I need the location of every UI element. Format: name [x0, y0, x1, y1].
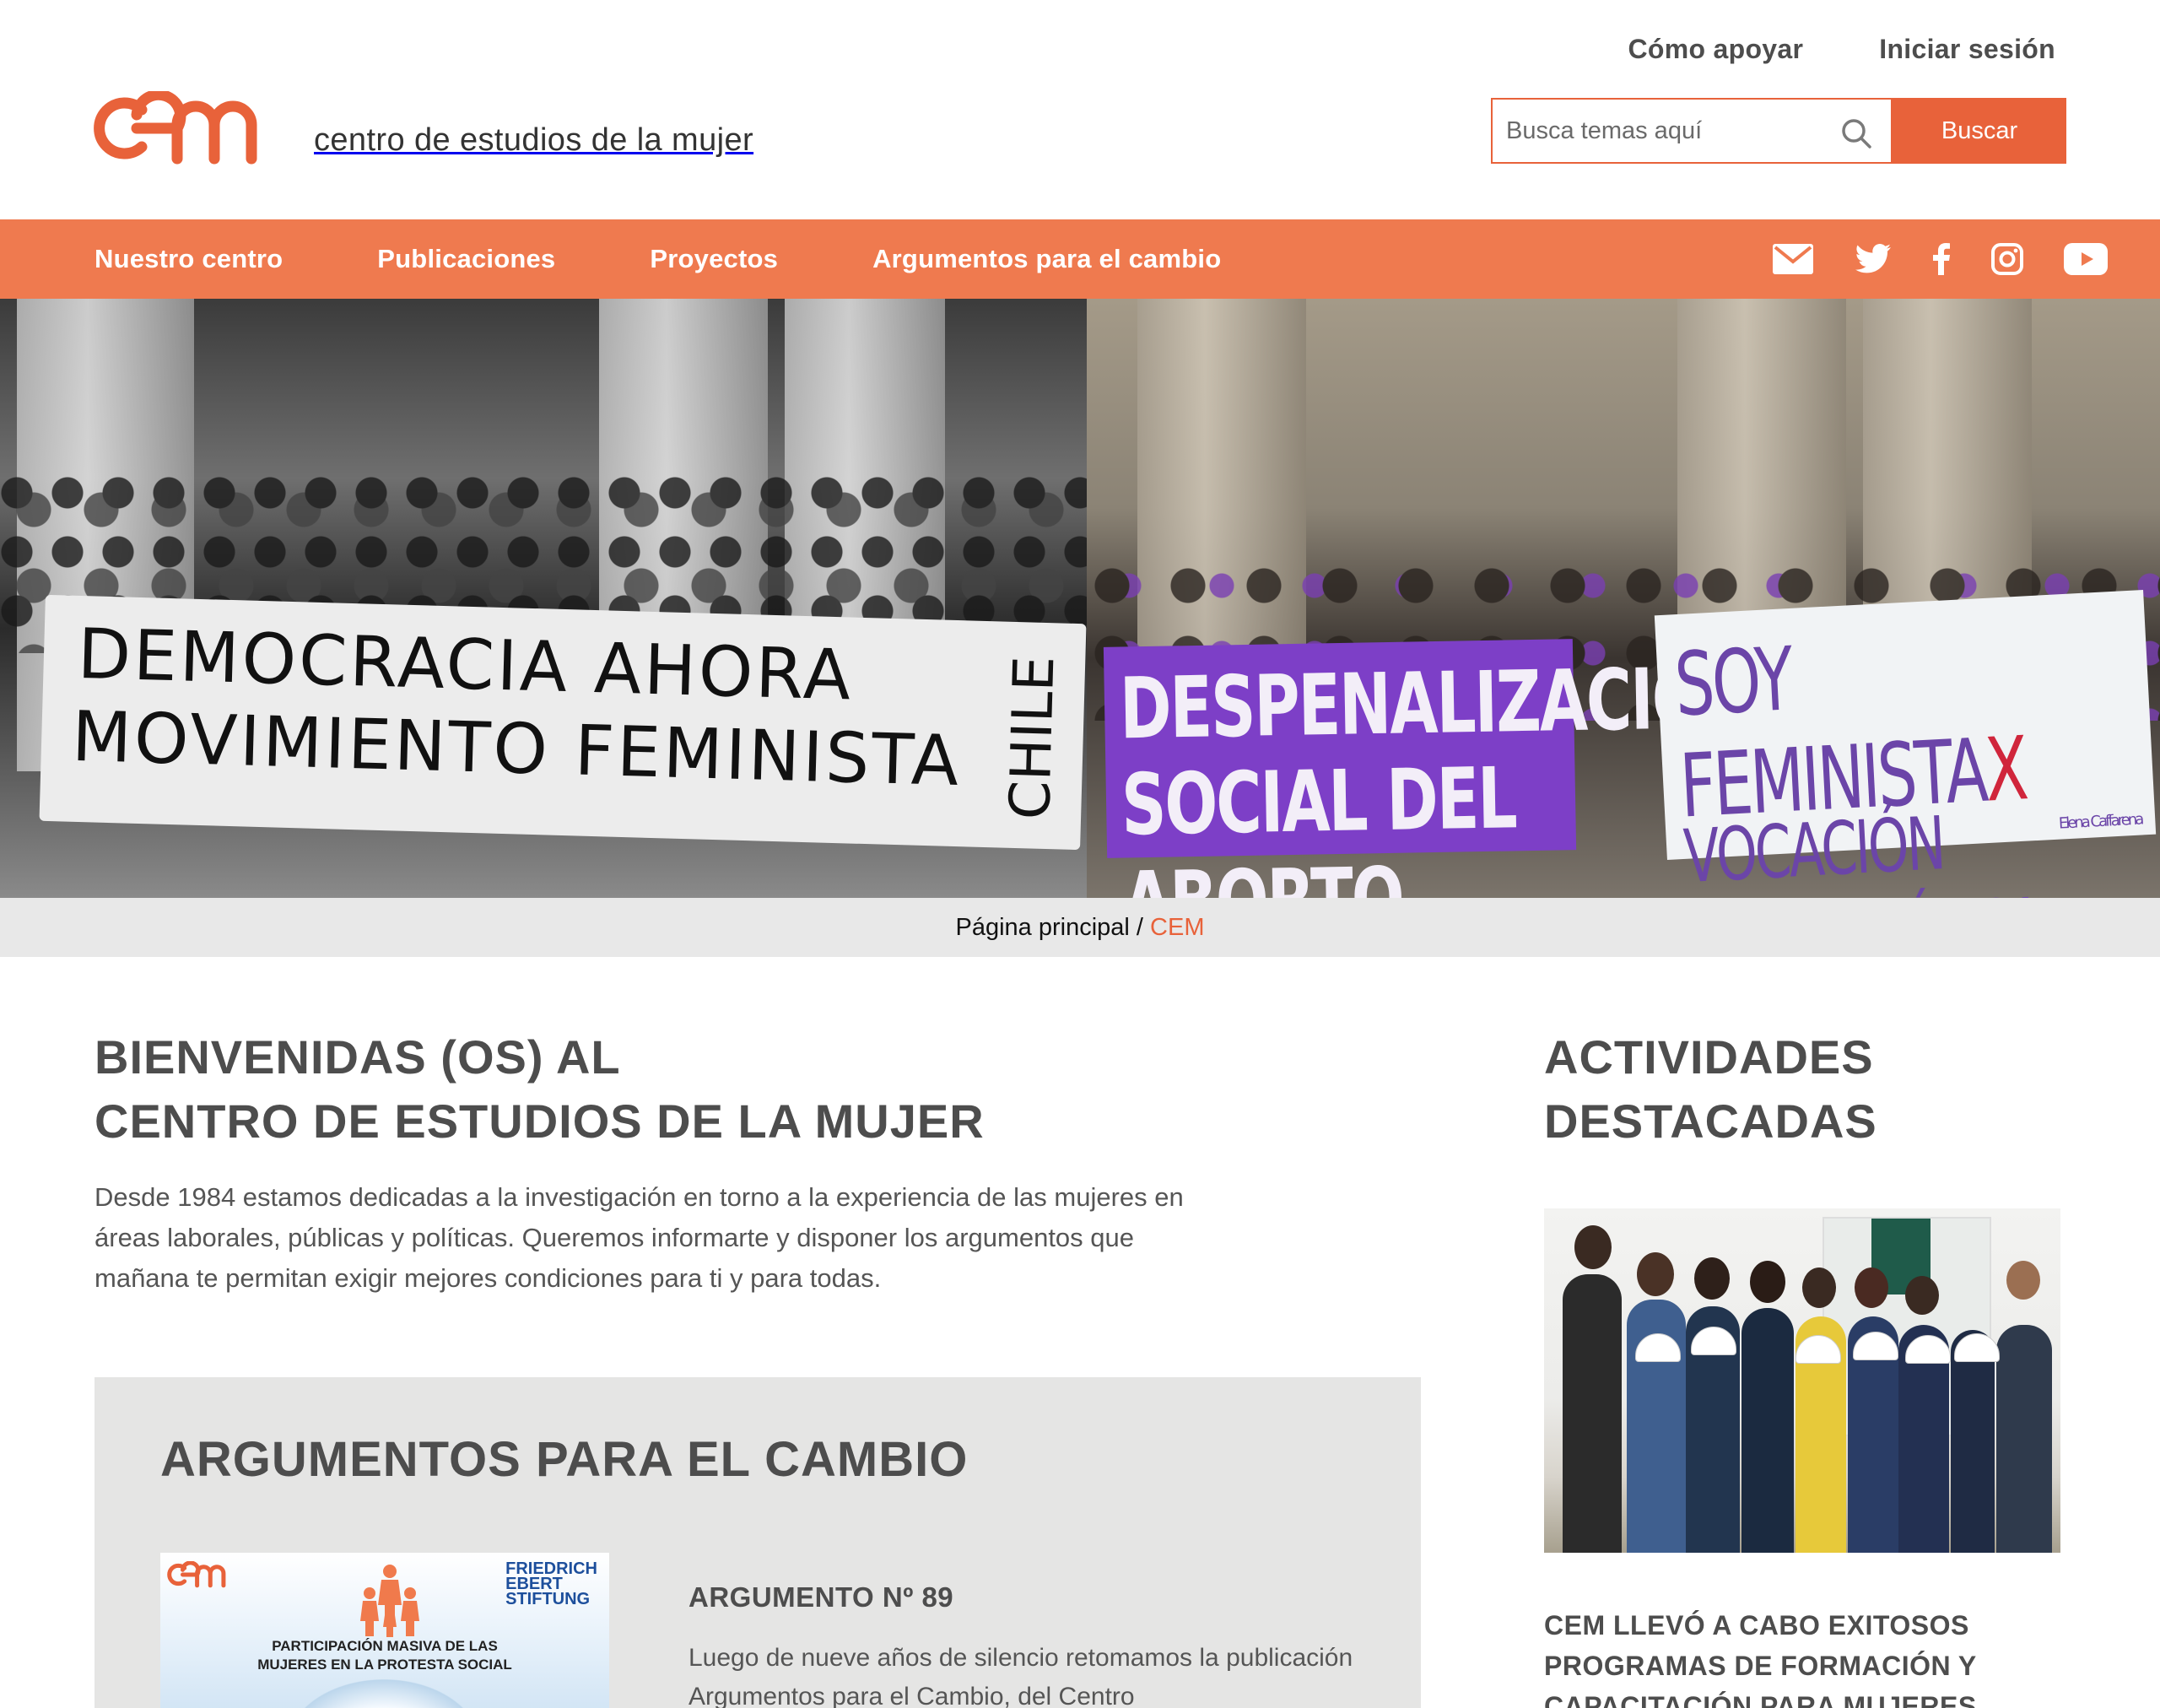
search-button[interactable]: Buscar — [1893, 98, 2066, 164]
person-figure — [1742, 1308, 1794, 1553]
instagram-icon[interactable] — [1991, 243, 2023, 275]
page-title-line2: CENTRO DE ESTUDIOS DE LA MUJER — [94, 1095, 985, 1148]
mail-icon[interactable] — [1772, 243, 1814, 275]
banner-democracia: DEMOCRACIA AHORA MOVIMIENTO FEMINISTA CH… — [39, 594, 1087, 851]
banner-text-line1: DESPENALIZACION — [1119, 649, 1755, 759]
person-figure — [1563, 1274, 1622, 1553]
search-form: Buscar — [1491, 98, 2066, 164]
login-link[interactable]: Iniciar sesión — [1879, 34, 2055, 65]
como-apoyar-link[interactable]: Cómo apoyar — [1628, 34, 1803, 65]
argument-item-title[interactable]: ARGUMENTO Nº 89 — [688, 1581, 953, 1613]
social-links — [1772, 219, 2108, 299]
page-title-line1: BIENVENIDAS (OS) AL — [94, 1030, 621, 1084]
banner-despenalizacion: DESPENALIZACION SOCIAL DEL ABORTO — [1103, 639, 1755, 898]
nav-item-proyectos[interactable]: Proyectos — [650, 244, 778, 274]
site-header: Cómo apoyar Iniciar sesión centro de est… — [0, 0, 2160, 219]
person-head — [1694, 1257, 1730, 1300]
person-head — [2006, 1261, 2040, 1300]
logo-text: centro de estudios de la mujer — [314, 122, 754, 158]
search-input[interactable] — [1493, 100, 1891, 162]
featured-title-line2: DESTACADAS — [1544, 1095, 1877, 1148]
hero-photo-recent: DESPENALIZACION SOCIAL DEL ABORTO SOY FE… — [1087, 299, 2160, 898]
nav-item-argumentos[interactable]: Argumentos para el cambio — [872, 244, 1221, 274]
hero-photo-historic: DEMOCRACIA AHORA MOVIMIENTO FEMINISTA CH… — [0, 299, 1087, 898]
search-box — [1491, 98, 1893, 164]
featured-activity-photo[interactable] — [1544, 1208, 2060, 1553]
nav-item-nuestro-centro[interactable]: Nuestro centro — [94, 244, 283, 274]
featured-activities-title: ACTIVIDADES DESTACADAS — [1544, 1025, 1877, 1154]
breadcrumb-home[interactable]: Página principal — [956, 914, 1130, 942]
argument-thumbnail[interactable]: FRIEDRICH EBERT STIFTUNG PARTICIPACIÓN M… — [160, 1553, 609, 1708]
twitter-icon[interactable] — [1855, 244, 1892, 274]
arguments-title: ARGUMENTOS PARA EL CAMBIO — [160, 1432, 969, 1487]
page-title: BIENVENIDAS (OS) AL CENTRO DE ESTUDIOS D… — [94, 1025, 985, 1154]
thumbnail-caption-line2: MUJERES EN LA PROTESTA SOCIAL — [257, 1657, 512, 1673]
top-links: Cómo apoyar Iniciar sesión — [1628, 34, 2055, 65]
thumbnail-caption: PARTICIPACIÓN MASIVA DE LAS MUJERES EN L… — [160, 1637, 609, 1674]
banner-text-line2: SOCIAL DEL ABORTO — [1120, 749, 1517, 898]
breadcrumb-separator-char: / — [1136, 913, 1143, 941]
welcome-description: Desde 1984 estamos dedicadas a la invest… — [94, 1182, 1184, 1293]
people-icon — [360, 1565, 419, 1637]
banner-soy-feminista: SOY FEMINISTAX VOCACIÓN DEMOCRÁTICA Elen… — [1654, 590, 2157, 898]
person-head — [1802, 1267, 1836, 1308]
breadcrumb-current: CEM — [1150, 913, 1205, 941]
youtube-icon[interactable] — [2064, 243, 2108, 275]
fes-logo: FRIEDRICH EBERT STIFTUNG — [505, 1560, 597, 1608]
iceberg-image — [287, 1679, 481, 1708]
hero-image: DEMOCRACIA AHORA MOVIMIENTO FEMINISTA CH… — [0, 299, 2160, 898]
person-head — [1574, 1225, 1612, 1269]
featured-title-line1: ACTIVIDADES — [1544, 1030, 1874, 1084]
thumbnail-caption-line1: PARTICIPACIÓN MASIVA DE LAS — [272, 1638, 498, 1654]
cem-logo-icon — [167, 1561, 226, 1588]
main-nav: Nuestro centro Publicaciones Proyectos A… — [0, 219, 2160, 299]
person-head — [1905, 1276, 1939, 1315]
breadcrumb-separator: / — [1130, 914, 1150, 942]
person-head — [1855, 1267, 1888, 1308]
person-figure — [1996, 1325, 2052, 1553]
person-head — [1637, 1252, 1674, 1296]
search-icon[interactable] — [1840, 117, 1872, 149]
facebook-icon[interactable] — [1932, 243, 1951, 275]
site-logo[interactable]: centro de estudios de la mujer — [93, 91, 753, 165]
banner-text-side: CHILE — [997, 655, 1067, 821]
person-figure — [1951, 1330, 1995, 1553]
person-head — [1750, 1261, 1785, 1303]
featured-activity-title[interactable]: CEM LLEVÓ A CABO EXITOSOS PROGRAMAS DE F… — [1544, 1605, 2067, 1708]
nav-item-publicaciones[interactable]: Publicaciones — [377, 244, 555, 274]
arguments-panel: ARGUMENTOS PARA EL CAMBIO FRIEDRICH EBER… — [94, 1377, 1421, 1708]
cem-logo-icon — [94, 91, 257, 165]
argument-item-text: Luego de nueve años de silencio retomamo… — [688, 1644, 1353, 1708]
breadcrumb: Página principal / CEM — [0, 898, 2160, 957]
fes-logo-line3: STIFTUNG — [505, 1590, 591, 1608]
